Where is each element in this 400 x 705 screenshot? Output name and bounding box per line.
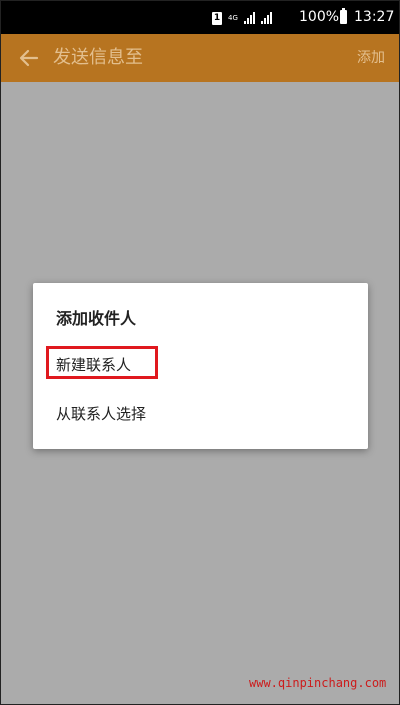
status-icons: 1 4G	[212, 9, 272, 27]
signal-strength-icon	[261, 12, 272, 24]
dialog-title: 添加收件人	[56, 309, 137, 328]
screen-frame: 1 4G 100% 13:27 发送信息至 添加 添加收件人 新建联系人 从联系…	[0, 0, 400, 705]
add-button[interactable]: 添加	[357, 48, 385, 68]
app-bar: 发送信息至 添加	[1, 34, 399, 82]
add-recipient-dialog: 添加收件人 新建联系人 从联系人选择	[33, 283, 368, 449]
select-from-contacts-option[interactable]: 从联系人选择	[56, 403, 146, 425]
new-contact-option[interactable]: 新建联系人	[56, 354, 131, 376]
watermark-text: www.qinpinchang.com	[249, 676, 387, 690]
battery-percent: 100%	[299, 9, 340, 25]
battery-icon	[340, 8, 347, 24]
page-title: 发送信息至	[53, 47, 143, 68]
signal-strength-icon	[244, 12, 255, 24]
arrow-left-icon[interactable]	[17, 46, 41, 70]
sim-card-icon: 1	[212, 11, 222, 25]
status-bar: 1 4G 100% 13:27	[1, 1, 399, 34]
status-clock: 13:27	[354, 9, 395, 25]
network-type-icon: 4G	[228, 13, 238, 22]
